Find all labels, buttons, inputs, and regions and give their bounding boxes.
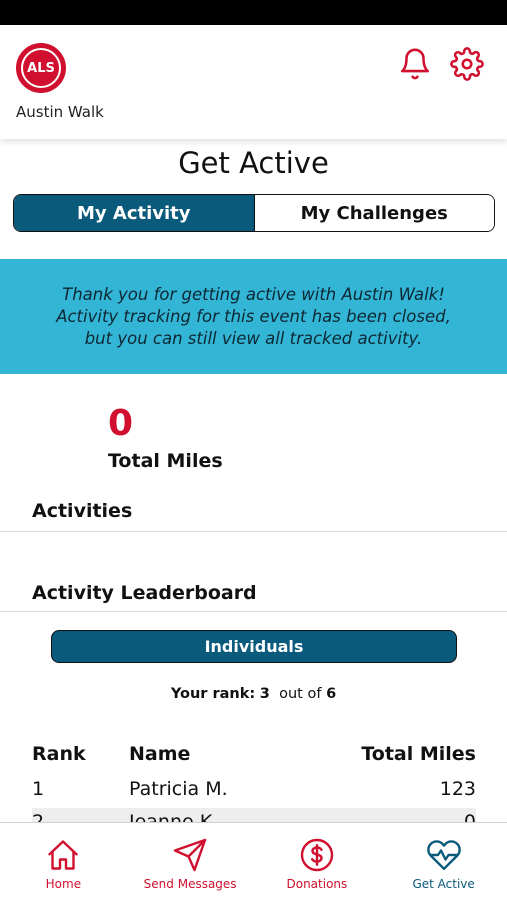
activities-heading: Activities — [32, 500, 133, 522]
total-miles-value: 0 — [108, 403, 134, 444]
page-title: Get Active — [178, 146, 329, 180]
column-total-miles: Total Miles — [361, 743, 476, 765]
bottom-tab-bar: Home Send Messages Donations Get Active — [0, 822, 507, 900]
dollar-icon — [300, 838, 334, 872]
individuals-tab[interactable]: Individuals — [51, 630, 457, 663]
tab-get-active-label: Get Active — [412, 877, 475, 891]
column-rank: Rank — [32, 743, 86, 765]
divider — [0, 531, 507, 532]
your-rank-line: Your rank: 3 out of 6 — [0, 686, 507, 702]
logo-text: ALS — [21, 48, 61, 88]
your-rank-label: Your rank: — [170, 686, 256, 702]
status-bar — [0, 0, 507, 25]
column-name: Name — [129, 743, 191, 765]
event-logo: ALS — [16, 43, 66, 93]
tab-home[interactable]: Home — [0, 823, 127, 900]
out-of-label: out of — [279, 686, 322, 702]
tab-my-activity[interactable]: My Activity — [14, 195, 255, 231]
send-icon — [173, 838, 207, 872]
tab-get-active[interactable]: Get Active — [380, 823, 507, 900]
your-rank-value: 3 — [259, 686, 270, 702]
tab-home-label: Home — [45, 877, 82, 891]
closed-activity-banner: Thank you for getting active with Austin… — [0, 259, 507, 374]
leaderboard-heading: Activity Leaderboard — [32, 582, 257, 604]
row-name: Patricia M. — [129, 778, 228, 800]
tab-donations-label: Donations — [286, 877, 348, 891]
heartbeat-icon — [426, 840, 461, 870]
tab-send-messages-label: Send Messages — [143, 877, 237, 891]
tab-my-challenges[interactable]: My Challenges — [254, 195, 494, 231]
event-name: Austin Walk — [16, 103, 104, 121]
row-rank: 1 — [32, 778, 45, 800]
tab-send-messages[interactable]: Send Messages — [127, 823, 254, 900]
total-miles-label: Total Miles — [108, 450, 223, 472]
activity-segment-control: My Activity My Challenges — [13, 194, 495, 232]
row-miles: 123 — [439, 778, 476, 800]
divider — [0, 611, 507, 612]
bell-icon[interactable] — [398, 47, 432, 81]
rank-total: 6 — [326, 686, 337, 702]
gear-icon[interactable] — [450, 47, 484, 81]
home-icon — [48, 840, 79, 870]
app-header: ALS Austin Walk — [0, 25, 507, 139]
tab-donations[interactable]: Donations — [254, 823, 381, 900]
